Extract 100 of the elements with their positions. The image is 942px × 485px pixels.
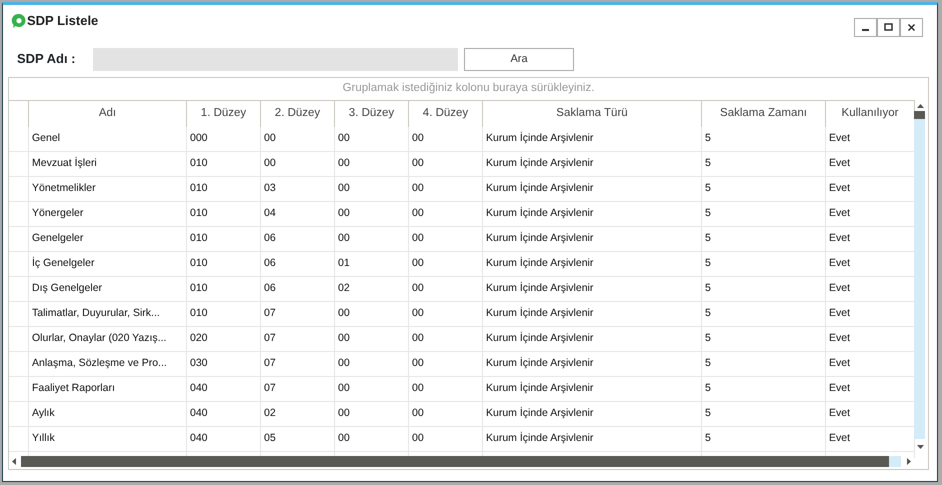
row-header — [9, 252, 29, 277]
table-cell: Genel — [29, 127, 187, 152]
maximize-button[interactable] — [877, 18, 900, 37]
table-cell: Kurum İçinde Arşivlenir — [483, 227, 702, 252]
table-cell: 5 — [702, 252, 826, 277]
table-cell: 00 — [335, 377, 409, 402]
app-logo-icon — [11, 12, 27, 29]
table-cell: 00 — [409, 202, 483, 227]
table-cell: Talimatlar, Duyurular, Sirk... — [29, 302, 187, 327]
table-cell: Kurum İçinde Arşivlenir — [483, 202, 702, 227]
table-cell: 010 — [187, 152, 261, 177]
table-cell: 00 — [409, 377, 483, 402]
row-header — [9, 202, 29, 227]
table-cell: 07 — [261, 327, 335, 352]
table-cell: Kurum İçinde Arşivlenir — [483, 402, 702, 427]
table-cell: 5 — [702, 302, 826, 327]
table-cell: 5 — [702, 202, 826, 227]
table-cell: İç Genelgeler — [29, 252, 187, 277]
table-cell: 07 — [261, 302, 335, 327]
column-header[interactable]: 4. Düzey — [409, 100, 483, 127]
table-cell: 010 — [187, 252, 261, 277]
table-cell: Yönergeler — [29, 202, 187, 227]
table-cell: 000 — [187, 127, 261, 152]
table-cell: 00 — [409, 302, 483, 327]
table-cell: Kurum İçinde Arşivlenir — [483, 352, 702, 377]
table-cell: 02 — [261, 402, 335, 427]
table-cell: 04 — [261, 202, 335, 227]
column-header[interactable]: 2. Düzey — [261, 100, 335, 127]
row-header — [9, 227, 29, 252]
table-cell: Yönetmelikler — [29, 177, 187, 202]
table-cell: Kurum İçinde Arşivlenir — [483, 252, 702, 277]
column-header[interactable]: Adı — [29, 100, 187, 127]
table-cell: Kurum İçinde Arşivlenir — [483, 302, 702, 327]
table-cell: 010 — [187, 277, 261, 302]
table-cell: Kurum İçinde Arşivlenir — [483, 377, 702, 402]
table-cell: 02 — [335, 277, 409, 302]
table-cell: 00 — [261, 127, 335, 152]
table-cell: 5 — [702, 227, 826, 252]
row-header — [9, 177, 29, 202]
search-button[interactable]: Ara — [464, 48, 574, 70]
table-cell: 5 — [702, 427, 826, 452]
table-cell: 010 — [187, 227, 261, 252]
table-cell: Anlaşma, Sözleşme ve Pro... — [29, 352, 187, 377]
table-cell: Olurlar, Onaylar (020 Yazış... — [29, 327, 187, 352]
table-cell: Kurum İçinde Arşivlenir — [483, 277, 702, 302]
row-header — [9, 152, 29, 177]
table-cell: 03 — [261, 177, 335, 202]
table-cell: Aylık — [29, 402, 187, 427]
table-cell: Kurum İçinde Arşivlenir — [483, 427, 702, 452]
column-header[interactable]: Saklama Zamanı — [702, 100, 826, 127]
close-button[interactable] — [900, 18, 923, 37]
table-cell: Mevzuat İşleri — [29, 152, 187, 177]
row-header — [9, 402, 29, 427]
maximize-icon — [884, 23, 893, 32]
table-cell: 00 — [409, 127, 483, 152]
row-header — [9, 377, 29, 402]
table-cell: 00 — [409, 277, 483, 302]
column-header[interactable]: 3. Düzey — [335, 100, 409, 127]
group-panel-hint: Gruplamak istediğiniz kolonu buraya sürükleyiniz. — [342, 81, 596, 96]
table-cell: 00 — [409, 327, 483, 352]
table-cell: 00 — [409, 352, 483, 377]
search-field[interactable] — [93, 48, 458, 70]
table-cell: 00 — [409, 402, 483, 427]
minimize-button[interactable] — [854, 18, 877, 37]
table-cell: Genelgeler — [29, 227, 187, 252]
table-cell: 00 — [335, 427, 409, 452]
row-header — [9, 127, 29, 152]
table-cell: 00 — [409, 252, 483, 277]
table-cell: 00 — [335, 352, 409, 377]
table-cell: 040 — [187, 377, 261, 402]
table-cell: 00 — [261, 152, 335, 177]
table-cell: 06 — [261, 277, 335, 302]
table-cell: Kurum İçinde Arşivlenir — [483, 177, 702, 202]
table-cell: 5 — [702, 152, 826, 177]
table-cell: 030 — [187, 352, 261, 377]
table-cell: 00 — [335, 402, 409, 427]
column-header[interactable]: 1. Düzey — [187, 100, 261, 127]
table-cell: 5 — [702, 377, 826, 402]
row-header — [9, 427, 29, 452]
table-cell: 5 — [702, 177, 826, 202]
row-header — [9, 277, 29, 302]
table-cell: 06 — [261, 227, 335, 252]
table-cell: 040 — [187, 402, 261, 427]
table-cell: Kurum İçinde Arşivlenir — [483, 127, 702, 152]
window-title: SDP Listele — [27, 12, 98, 30]
table-cell: 5 — [702, 277, 826, 302]
table-cell: Yıllık — [29, 427, 187, 452]
table-cell: 00 — [409, 177, 483, 202]
table-cell: Dış Genelgeler — [29, 277, 187, 302]
row-header — [9, 327, 29, 352]
table-cell: 020 — [187, 327, 261, 352]
table-cell: 00 — [409, 152, 483, 177]
table-cell: 010 — [187, 302, 261, 327]
table-cell: 05 — [261, 427, 335, 452]
table-cell: 5 — [702, 402, 826, 427]
table-cell: Faaliyet Raporları — [29, 377, 187, 402]
field-label: SDP Adı : — [17, 50, 77, 68]
table-cell: 010 — [187, 202, 261, 227]
table-cell: 07 — [261, 377, 335, 402]
column-header[interactable]: Saklama Türü — [483, 100, 702, 127]
